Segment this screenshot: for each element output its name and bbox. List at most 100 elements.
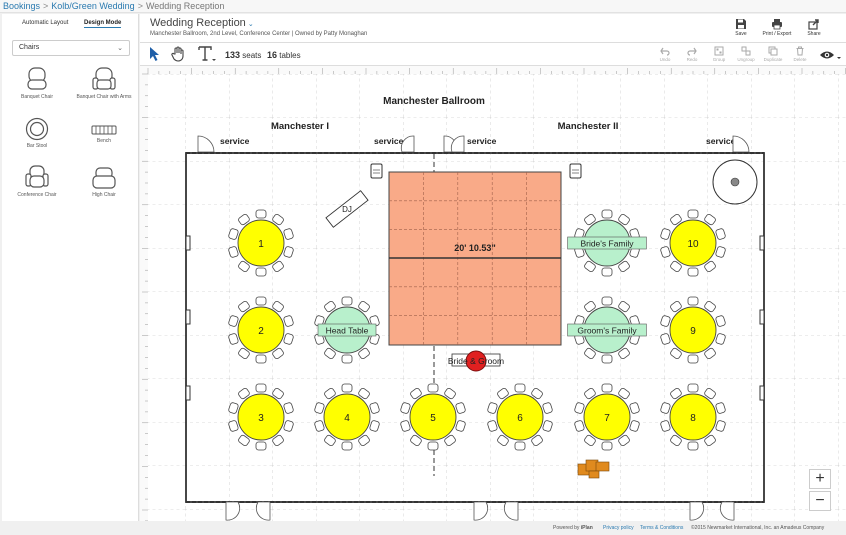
redo-icon: [687, 47, 697, 56]
chair-label: Banquet Chair with Arms: [76, 94, 132, 100]
table-chair: [687, 209, 699, 219]
table-chair: [687, 383, 699, 393]
chair-banquet[interactable]: Banquet Chair: [4, 66, 70, 100]
chair-banquet-arms[interactable]: Banquet Chair with Arms: [71, 66, 137, 100]
table-chair: [601, 267, 613, 277]
table-label: 8: [690, 413, 696, 424]
table-label: 9: [690, 326, 696, 337]
seats-count: 133 seats: [225, 50, 261, 60]
table-chair: [341, 354, 353, 364]
floorplan-canvas[interactable]: Manchester Ballroom Manchester I Manches…: [140, 66, 846, 521]
zoom-in-button[interactable]: +: [809, 469, 831, 489]
breadcrumb-booking[interactable]: Kolb/Green Wedding: [51, 1, 134, 11]
breadcrumb-separator: >: [43, 1, 49, 11]
table-label: 3: [258, 413, 264, 424]
breadcrumb-bookings[interactable]: Bookings: [3, 1, 40, 11]
table-chair: [687, 441, 699, 451]
undo-button[interactable]: Undo: [652, 46, 678, 62]
table-chair: [255, 441, 267, 451]
table-chair: [601, 441, 613, 451]
footer-powered: Powered by iPlan: [553, 522, 593, 534]
pan-tool[interactable]: [171, 46, 186, 67]
ungroup-icon: [741, 46, 751, 56]
text-tool[interactable]: [197, 44, 217, 68]
table-chair: [255, 354, 267, 364]
table-label: 2: [258, 326, 264, 337]
chevron-down-icon: ⌄: [247, 21, 254, 28]
category-select[interactable]: Chairs ⌄: [12, 40, 130, 56]
section-right-label: Manchester II: [558, 121, 619, 132]
chair-label: Banquet Chair: [21, 94, 53, 100]
redo-button[interactable]: Redo: [679, 46, 705, 62]
table-label: 10: [687, 239, 699, 250]
group-button[interactable]: Group: [706, 46, 732, 62]
share-button[interactable]: Share: [797, 18, 831, 37]
dj-label: DJ: [342, 205, 352, 214]
section-left-label: Manchester I: [271, 121, 329, 132]
table-label: 7: [604, 413, 610, 424]
terms-link[interactable]: Terms & Conditions: [640, 522, 683, 534]
delete-button[interactable]: Delete: [787, 46, 813, 62]
chair-bench[interactable]: Bench: [71, 124, 137, 144]
table-chair: [255, 296, 267, 306]
breadcrumb-current: Wedding Reception: [145, 1, 225, 11]
podium-body: [370, 163, 383, 179]
select-tool[interactable]: [148, 46, 160, 67]
breadcrumb: Bookings > Kolb/Green Wedding > Wedding Rece…: [0, 0, 846, 13]
table-label: Groom's Family: [577, 326, 637, 336]
breadcrumb-separator: >: [137, 1, 143, 11]
table-chair: [427, 383, 439, 393]
bar-stool-icon: [25, 117, 49, 141]
save-icon: [736, 19, 746, 29]
table-chair: [427, 441, 439, 451]
high-chair-icon: [92, 167, 116, 189]
privacy-link[interactable]: Privacy policy: [603, 522, 634, 534]
group-icon: [714, 46, 724, 56]
wall-notch: [185, 309, 191, 325]
group-label: Group: [712, 57, 726, 62]
copyright: ©2015 Newmarket International, Inc. an A…: [691, 525, 825, 531]
table-chair: [255, 267, 267, 277]
chair-high[interactable]: High Chair: [71, 166, 137, 198]
table-chair: [341, 383, 353, 393]
bench-icon: [91, 125, 117, 135]
save-label: Save: [735, 31, 747, 37]
seats-label: seats: [242, 51, 262, 60]
print-icon: [772, 19, 782, 30]
dance-floor[interactable]: 20' 10.53": [388, 171, 562, 346]
dance-floor-dimension: 20' 10.53": [454, 243, 495, 253]
tab-automatic-layout[interactable]: Automatic Layout: [22, 20, 68, 26]
chair-bar-stool[interactable]: Bar Stool: [4, 117, 70, 149]
vertical-ruler: [140, 66, 148, 521]
tables-count: 16 tables: [267, 50, 301, 60]
zoom-out-button[interactable]: −: [809, 491, 831, 511]
speaker[interactable]: [712, 159, 758, 205]
tables-number: 16: [267, 50, 278, 60]
duplicate-button[interactable]: Duplicate: [760, 46, 786, 62]
view-options-button[interactable]: [819, 48, 841, 66]
table-label: Bride's Family: [580, 239, 634, 249]
tab-design-mode[interactable]: Design Mode: [84, 20, 122, 28]
chair-conference[interactable]: Conference Chair: [4, 164, 70, 198]
table-label: 6: [517, 413, 523, 424]
floorplan-svg[interactable]: Manchester Ballroom Manchester I Manches…: [140, 66, 846, 521]
redo-label: Redo: [686, 57, 698, 62]
ungroup-label: Ungroup: [737, 57, 755, 62]
chair-label: Bar Stool: [26, 143, 48, 149]
chair-label: Conference Chair: [17, 192, 57, 198]
duplicate-icon: [768, 46, 778, 56]
couple-label: Bride & Groom: [448, 356, 504, 366]
plan-title[interactable]: Wedding Reception ⌄: [150, 17, 254, 29]
left-panel: Automatic Layout Design Mode Chairs ⌄ Ba…: [2, 14, 139, 521]
ungroup-button[interactable]: Ungroup: [733, 46, 759, 62]
conference-chair-icon: [25, 165, 49, 188]
plan-header: Wedding Reception ⌄ Manchester Ballroom, …: [140, 14, 846, 43]
podium-left[interactable]: [370, 163, 383, 179]
chevron-down-icon: ⌄: [117, 45, 123, 52]
wall-notch: [759, 235, 765, 251]
tables-label: tables: [279, 51, 301, 60]
podium-right[interactable]: [569, 163, 582, 179]
trash-icon: [796, 46, 804, 56]
print-export-button[interactable]: Print / Export: [760, 18, 794, 37]
save-button[interactable]: Save: [724, 18, 758, 37]
